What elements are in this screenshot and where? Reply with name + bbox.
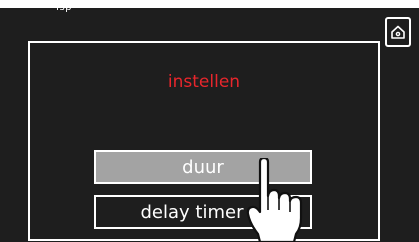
partial-top-label: Isp: [56, 2, 73, 13]
settings-dialog: instellen duur delay timer: [28, 41, 380, 241]
pointing-hand-icon: [246, 158, 303, 242]
home-icon: [391, 25, 405, 39]
dialog-title: instellen: [167, 72, 241, 92]
duration-button-label: duur: [182, 156, 224, 178]
display-screen: Isp instellen duur delay timer: [0, 2, 419, 242]
delay-timer-button-label: delay timer: [140, 201, 244, 223]
home-button[interactable]: [385, 17, 411, 47]
